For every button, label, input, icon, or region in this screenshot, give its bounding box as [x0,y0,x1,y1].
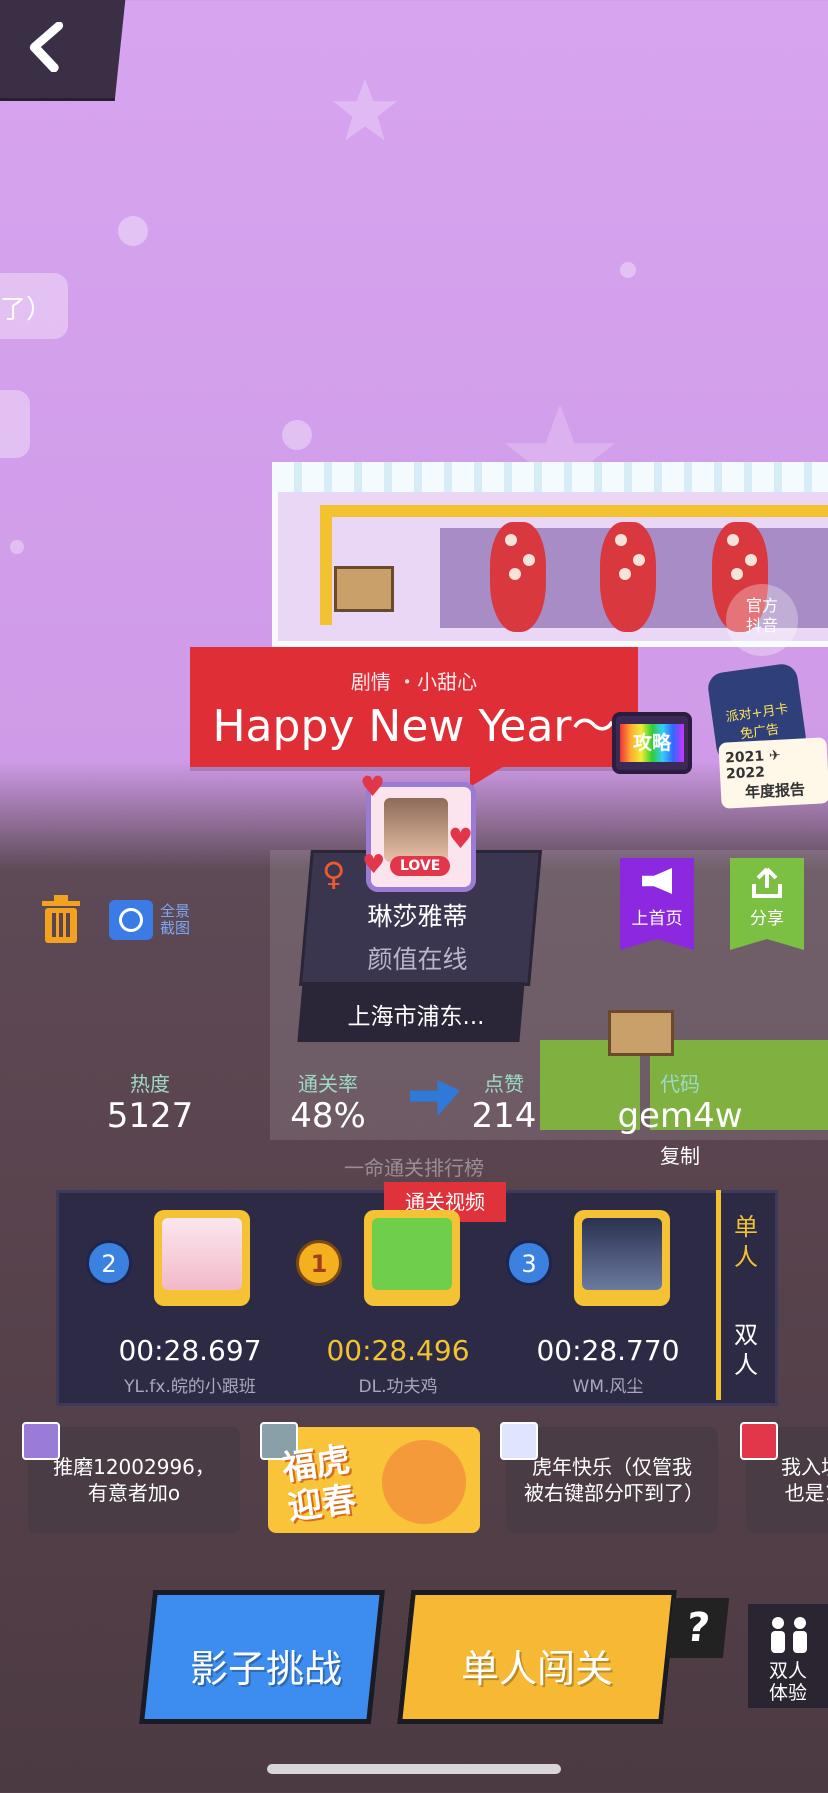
level-mushroom [490,522,546,632]
bg-dot [620,262,636,278]
heart-icon: ♥ [448,822,474,855]
level-ice-row [272,462,828,492]
leaderboard-time: 00:28.697 [118,1334,262,1367]
comment-avatar [740,1422,778,1460]
clear-rate-label: 通关率 [298,1072,358,1096]
help-button[interactable]: ? [666,1598,730,1658]
rank-badge: 1 [296,1240,342,1286]
likes-label: 点赞 [484,1072,524,1096]
report-years: 2021 ✈ 2022 [724,747,782,783]
bg-dot [282,420,312,450]
tab-double[interactable]: 双人 [722,1320,770,1380]
leaderboard-player-name: YL.fx.皖的小跟班 [124,1377,256,1397]
trash-icon[interactable] [40,895,82,943]
leaderboard-avatar[interactable] [364,1210,460,1306]
home-indicator[interactable] [267,1764,561,1774]
tab-single-label: 单人 [734,1213,758,1271]
side-panel-stub[interactable] [0,390,30,458]
banner-tail [470,765,506,787]
shadow-challenge-label: 影子挑战 [189,1647,342,1691]
leaderboard-avatar[interactable] [574,1210,670,1306]
likes-value: 214 [471,1096,537,1136]
duo-trial-label: 双人体验 [768,1660,807,1704]
bg-star [332,78,398,141]
leaderboard-player-name: WM.风尘 [572,1377,644,1397]
promo-text: 福虎 迎春 [279,1439,359,1529]
panorama-label-line: 截图 [160,919,191,937]
share-button[interactable]: 分享 [730,858,804,950]
side-panel-stub[interactable]: 了） [0,273,68,339]
duo-trial-button[interactable]: 双人体验 [748,1604,828,1708]
comment-text: 我入坑也是1 [781,1455,828,1505]
heart-icon: ♥ [362,850,386,880]
clear-rate-value: 48% [290,1096,366,1136]
creator-avatar-image [384,798,448,862]
level-title: Happy New Year～ [212,701,616,752]
level-rail [320,505,332,625]
panorama-label-line: 全景 [160,902,191,920]
annual-report-card[interactable]: 2021 ✈ 2022 年度报告 [718,737,828,809]
heart-icon: ♥ [360,770,386,803]
level-code-value: gem4w [617,1096,743,1136]
single-play-label: 单人闯关 [460,1647,613,1691]
two-people-icon [771,1617,807,1653]
side-panel-text: 了） [0,295,53,325]
share-label: 分享 [750,909,784,929]
chevron-left-icon [29,22,64,72]
share-icon [752,867,782,898]
comment-text: 推磨12002996，有意者加o [53,1455,215,1505]
female-gender-icon: ♀ [322,855,346,893]
camera-icon[interactable] [109,900,153,940]
code-label: 代码 [660,1072,700,1096]
comment-text: 虎年快乐（仅管我被右键部分吓到了） [524,1455,704,1505]
bg-dot [118,216,148,246]
tab-double-label: 双人 [734,1321,758,1379]
bg-dot [10,540,24,554]
leaderboard-player-name: DL.功夫鸡 [358,1377,438,1397]
leaderboard-time: 00:28.770 [536,1334,680,1367]
creator-title: 颜值在线 [367,945,468,974]
rank-badge: 2 [86,1240,132,1286]
heat-value: 5127 [106,1096,194,1136]
feature-home-button[interactable]: 上首页 [620,858,694,950]
panorama-screenshot-label[interactable]: 全景 截图 [160,903,190,937]
leaderboard-avatar[interactable] [154,1210,250,1306]
level-mushroom [600,522,656,632]
leaderboard-title: 一命通关排行榜 [344,1156,484,1180]
guide-label: 攻略 [620,724,684,762]
megaphone-icon [642,868,672,894]
copy-code-button[interactable]: 复制 [600,1140,760,1169]
tab-single[interactable]: 单人 [722,1212,770,1272]
guide-tv-button[interactable]: 攻略 [612,712,692,774]
love-badge: LOVE [390,856,451,876]
tiger-icon [382,1440,466,1524]
heat-label: 热度 [130,1072,170,1096]
creator-name: 琳莎雅蒂 [367,902,468,931]
creator-location: 上海市浦东... [347,1004,485,1030]
feature-home-label: 上首页 [631,909,683,929]
level-sign [608,1010,674,1056]
rank-badge: 3 [506,1240,552,1286]
back-button[interactable] [0,0,126,101]
leaderboard-time: 00:28.496 [326,1334,470,1367]
official-douyin-button[interactable]: 官方 抖音 [726,584,798,656]
leaderboard-tab-indicator [716,1190,721,1400]
comment-avatar [500,1422,538,1460]
level-sign [334,566,394,612]
level-rail [320,505,828,517]
comment-avatar [22,1422,60,1460]
